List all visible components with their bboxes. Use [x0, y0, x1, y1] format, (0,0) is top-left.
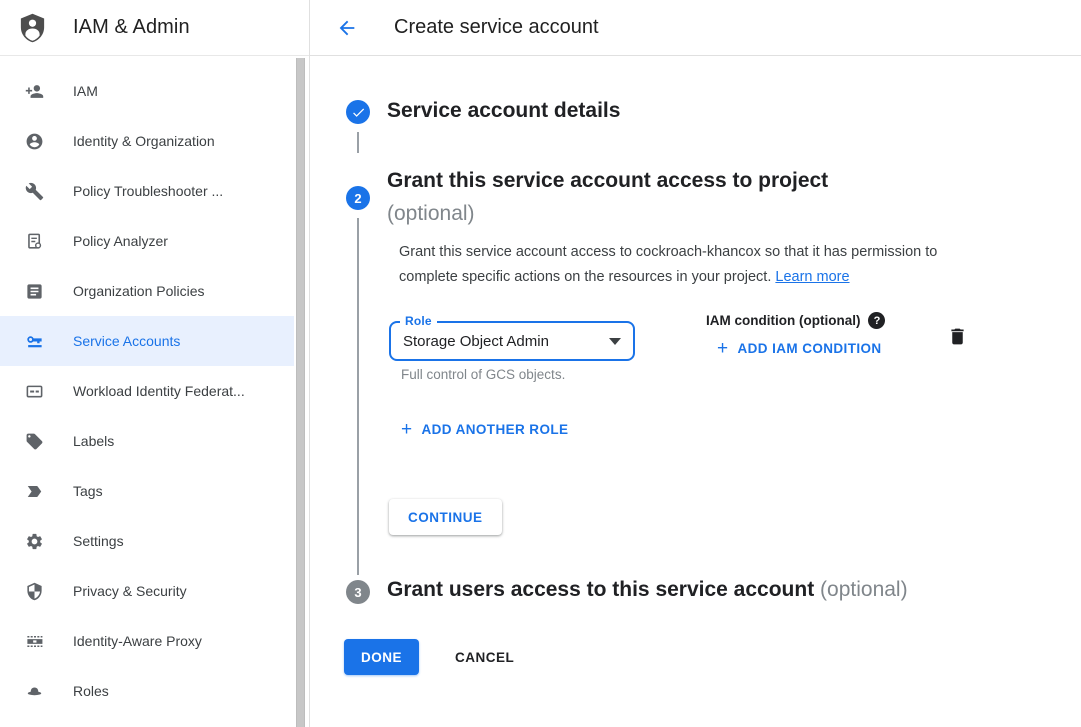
sidebar-item-label: Service Accounts: [73, 333, 180, 349]
iam-shield-logo-icon: [17, 10, 48, 45]
role-field-label: Role: [400, 314, 437, 328]
step2-description-text: Grant this service account access to coc…: [399, 244, 937, 285]
page-header: Create service account: [310, 0, 1081, 56]
step2-number: 2: [354, 191, 361, 206]
plus-icon: +: [401, 420, 413, 439]
wrench-icon: [24, 181, 44, 201]
hat-icon: [24, 681, 44, 701]
proxy-strip-icon: [24, 631, 44, 651]
step2-optional-label: (optional): [387, 197, 828, 230]
product-title: IAM & Admin: [73, 16, 190, 39]
sidebar-item-labels[interactable]: Labels: [0, 416, 294, 466]
done-button[interactable]: DONE: [344, 639, 419, 675]
step2-title: Grant this service account access to pro…: [387, 164, 828, 197]
sidebar-item-organization-policies[interactable]: Organization Policies: [0, 266, 294, 316]
step3-number: 3: [354, 585, 361, 600]
sidebar-item-label: Labels: [73, 433, 114, 449]
back-arrow-icon[interactable]: [334, 15, 360, 41]
sidebar-item-identity-aware-proxy[interactable]: Identity-Aware Proxy: [0, 616, 294, 666]
sidebar-scrollbar[interactable]: [296, 58, 305, 727]
account-circle-icon: [24, 131, 44, 151]
continue-button[interactable]: CONTINUE: [389, 499, 502, 535]
document-gear-icon: [24, 231, 44, 251]
badge-card-icon: [24, 381, 44, 401]
document-lines-icon: [24, 281, 44, 301]
step2-description: Grant this service account access to coc…: [399, 240, 993, 290]
sidebar-item-policy-troubleshooter[interactable]: Policy Troubleshooter ...: [0, 166, 294, 216]
sidebar-item-label: Policy Analyzer: [73, 233, 168, 249]
step3-title: Grant users access to this service accou…: [387, 578, 814, 601]
sidebar-item-settings[interactable]: Settings: [0, 516, 294, 566]
add-iam-condition-label: ADD IAM CONDITION: [738, 341, 882, 356]
step3-heading: Grant users access to this service accou…: [387, 578, 908, 602]
sidebar-item-roles[interactable]: Roles: [0, 666, 294, 716]
sidebar-item-label: Organization Policies: [73, 283, 205, 299]
iam-condition-row: IAM condition (optional) ?: [706, 312, 885, 329]
step-connector-line: [357, 132, 359, 153]
tag-icon: [24, 431, 44, 451]
chevron-down-icon: [609, 338, 621, 345]
main-panel: Create service account Service account d…: [310, 0, 1081, 727]
sidebar-item-label: Identity-Aware Proxy: [73, 633, 202, 649]
step2-heading: Grant this service account access to pro…: [387, 164, 828, 230]
help-icon[interactable]: ?: [868, 312, 885, 329]
add-another-role-label: ADD ANOTHER ROLE: [422, 422, 569, 437]
gear-icon: [24, 531, 44, 551]
step1-title: Service account details: [387, 99, 620, 123]
sidebar-nav: IAM Identity & Organization Policy Troub…: [0, 56, 294, 716]
person-add-icon: [24, 81, 44, 101]
add-another-role-button[interactable]: + ADD ANOTHER ROLE: [401, 420, 568, 439]
add-iam-condition-button[interactable]: + ADD IAM CONDITION: [717, 339, 882, 358]
sidebar: IAM & Admin IAM Identity & Organization: [0, 0, 310, 727]
sidebar-item-policy-analyzer[interactable]: Policy Analyzer: [0, 216, 294, 266]
sidebar-item-workload-identity-federation[interactable]: Workload Identity Federat...: [0, 366, 294, 416]
sidebar-item-label: Workload Identity Federat...: [73, 383, 245, 399]
sidebar-header: IAM & Admin: [0, 0, 309, 56]
role-select[interactable]: Role Storage Object Admin: [389, 321, 635, 361]
sidebar-item-label: Tags: [73, 483, 103, 499]
sidebar-item-label: Privacy & Security: [73, 583, 187, 599]
cancel-button[interactable]: CANCEL: [441, 639, 528, 675]
shield-half-icon: [24, 581, 44, 601]
sidebar-item-label: Identity & Organization: [73, 133, 215, 149]
page-title: Create service account: [394, 16, 599, 39]
step3-optional-label: (optional): [820, 578, 908, 601]
sidebar-item-label: Policy Troubleshooter ...: [73, 183, 223, 199]
step1-completed-check-icon: [346, 100, 370, 124]
sidebar-item-tags[interactable]: Tags: [0, 466, 294, 516]
sidebar-item-label: Roles: [73, 683, 109, 699]
iam-admin-console: IAM & Admin IAM Identity & Organization: [0, 0, 1081, 727]
step3-number-badge: 3: [346, 580, 370, 604]
sidebar-item-service-accounts[interactable]: Service Accounts: [0, 316, 294, 366]
plus-icon: +: [717, 339, 729, 358]
role-helper-text: Full control of GCS objects.: [401, 367, 565, 382]
learn-more-link[interactable]: Learn more: [775, 269, 849, 285]
service-account-key-icon: [24, 331, 44, 351]
sidebar-item-label: Settings: [73, 533, 124, 549]
delete-role-trash-icon[interactable]: [944, 323, 970, 349]
role-selected-value: Storage Object Admin: [403, 333, 609, 350]
step2-number-badge: 2: [346, 186, 370, 210]
sidebar-item-identity-organization[interactable]: Identity & Organization: [0, 116, 294, 166]
step-connector-line: [357, 218, 359, 575]
label-arrow-icon: [24, 481, 44, 501]
iam-condition-label: IAM condition (optional): [706, 313, 860, 328]
sidebar-item-iam[interactable]: IAM: [0, 66, 294, 116]
sidebar-item-privacy-security[interactable]: Privacy & Security: [0, 566, 294, 616]
create-service-account-form: Service account details 2 Grant this ser…: [310, 56, 1081, 726]
sidebar-item-label: IAM: [73, 83, 98, 99]
